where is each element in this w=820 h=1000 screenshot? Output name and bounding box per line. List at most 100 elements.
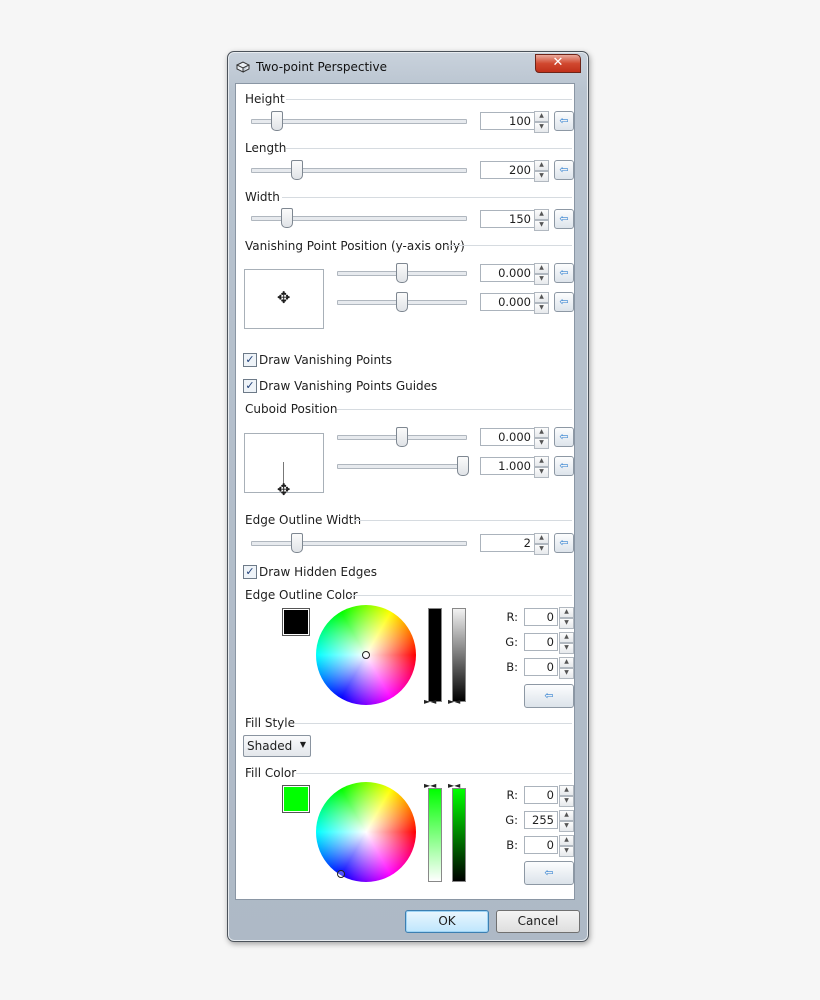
edge-color-reset-button[interactable]: ⇦ [524,684,574,708]
move-cross-icon: ✥ [277,288,291,307]
cuboid-position-pad[interactable]: ✥ [244,433,324,498]
reset-arrow-icon: ⇦ [544,689,554,702]
length-spinner[interactable]: ▲ ▼ [534,160,549,182]
draw-hidden-edges-label: Draw Hidden Edges [259,565,378,579]
vanishing-point-pad[interactable]: ✥ [244,269,324,329]
fill-b-input[interactable]: 0 [524,836,558,854]
close-button[interactable]: ✕ [535,54,581,73]
edge-outline-color-label: Edge Outline Color [245,588,358,602]
edge-alpha-bar[interactable] [452,608,466,702]
edge-r-spinner[interactable]: ▲ ▼ [559,607,574,629]
vanishing-slider2-thumb[interactable] [396,292,408,312]
fill-value-bar[interactable] [428,788,442,882]
edge-width-slider-track[interactable] [251,541,467,546]
vanishing-input2[interactable]: 0.000 [480,293,535,311]
fill-color-swatch[interactable] [282,785,310,813]
edge-r-label: R: [506,610,518,624]
vanishing-input1[interactable]: 0.000 [480,264,535,282]
edge-value-bar[interactable] [428,608,442,702]
length-input[interactable]: 200 [480,161,535,179]
dialog-window: Two-point Perspective ✕ Height 100 ▲ ▼ ⇦ … [227,51,589,942]
draw-vanishing-guides-label: Draw Vanishing Points Guides [259,379,438,393]
fill-color-label: Fill Color [245,766,297,780]
fill-color-wheel[interactable] [316,782,416,882]
edge-g-input[interactable]: 0 [524,633,558,651]
cuboid-slider1-thumb[interactable] [396,427,408,447]
separator [446,245,572,246]
edge-color-wheel[interactable] [316,605,416,705]
edge-width-spinner[interactable]: ▲ ▼ [534,533,549,555]
fill-r-input[interactable]: 0 [524,786,558,804]
cuboid-spinner2[interactable]: ▲ ▼ [534,456,549,478]
separator [294,723,572,724]
cuboid-slider2-thumb[interactable] [457,456,469,476]
edge-color-wheel-marker[interactable] [362,651,370,659]
length-reset-button[interactable]: ⇦ [554,160,574,180]
fill-r-label: R: [506,788,518,802]
height-slider-thumb[interactable] [271,111,283,131]
fill-g-spinner[interactable]: ▲ ▼ [559,810,574,832]
reset-arrow-icon: ⇦ [559,266,569,279]
edge-b-spinner[interactable]: ▲ ▼ [559,657,574,679]
length-label: Length [245,141,287,155]
vanishing-reset1-button[interactable]: ⇦ [554,263,574,283]
cuboid-reset2-button[interactable]: ⇦ [554,456,574,476]
edge-width-slider-thumb[interactable] [291,533,303,553]
edge-outline-width-label: Edge Outline Width [245,513,362,527]
length-slider-thumb[interactable] [291,160,303,180]
fill-style-value: Shaded [247,739,293,753]
draw-vanishing-points-checkbox[interactable]: ✓ [243,353,257,367]
draw-vanishing-guides-checkbox[interactable]: ✓ [243,379,257,393]
edge-r-input[interactable]: 0 [524,608,558,626]
edge-color-swatch[interactable] [282,608,310,636]
separator [354,520,572,521]
fill-g-input[interactable]: 255 [524,811,558,829]
cuboid-spinner1[interactable]: ▲ ▼ [534,427,549,449]
separator [286,148,572,149]
width-label: Width [245,190,280,204]
length-slider-track[interactable] [251,168,467,173]
edge-b-label: B: [506,660,518,674]
cuboid-position-label: Cuboid Position [245,402,338,416]
edge-alpha-bar-handle[interactable]: ►◄ [448,698,460,706]
separator [286,99,572,100]
reset-arrow-icon: ⇦ [559,163,569,176]
fill-b-spinner[interactable]: ▲ ▼ [559,835,574,857]
cube-icon [236,61,250,73]
reset-arrow-icon: ⇦ [559,295,569,308]
cancel-button[interactable]: Cancel [496,910,580,933]
edge-width-reset-button[interactable]: ⇦ [554,533,574,553]
vanishing-reset2-button[interactable]: ⇦ [554,292,574,312]
cuboid-input1[interactable]: 0.000 [480,428,535,446]
width-reset-button[interactable]: ⇦ [554,209,574,229]
fill-style-dropdown[interactable]: Shaded ▼ [243,735,311,757]
fill-color-reset-button[interactable]: ⇦ [524,861,574,885]
width-spinner[interactable]: ▲ ▼ [534,209,549,231]
edge-b-input[interactable]: 0 [524,658,558,676]
edge-width-input[interactable]: 2 [480,534,535,552]
move-cross-icon: ✥ [277,480,291,499]
width-slider-thumb[interactable] [281,208,293,228]
height-reset-button[interactable]: ⇦ [554,111,574,131]
edge-g-spinner[interactable]: ▲ ▼ [559,632,574,654]
vanishing-spinner1[interactable]: ▲ ▼ [534,263,549,285]
cuboid-slider2-track[interactable] [337,464,467,469]
edge-value-bar-handle[interactable]: ►◄ [424,698,436,706]
draw-hidden-edges-checkbox[interactable]: ✓ [243,565,257,579]
cuboid-input2[interactable]: 1.000 [480,457,535,475]
title-bar[interactable]: Two-point Perspective ✕ [228,52,588,82]
height-input[interactable]: 100 [480,112,535,130]
vanishing-slider1-thumb[interactable] [396,263,408,283]
draw-vanishing-points-label: Draw Vanishing Points [259,353,393,367]
height-label: Height [245,92,285,106]
fill-color-wheel-marker[interactable] [337,870,345,878]
ok-button[interactable]: OK [405,910,489,933]
cuboid-reset1-button[interactable]: ⇦ [554,427,574,447]
fill-alpha-bar[interactable] [452,788,466,882]
vanishing-spinner2[interactable]: ▲ ▼ [534,292,549,314]
height-slider-track[interactable] [251,119,467,124]
fill-r-spinner[interactable]: ▲ ▼ [559,785,574,807]
width-input[interactable]: 150 [480,210,535,228]
fill-g-label: G: [505,813,518,827]
height-spinner[interactable]: ▲ ▼ [534,111,549,133]
